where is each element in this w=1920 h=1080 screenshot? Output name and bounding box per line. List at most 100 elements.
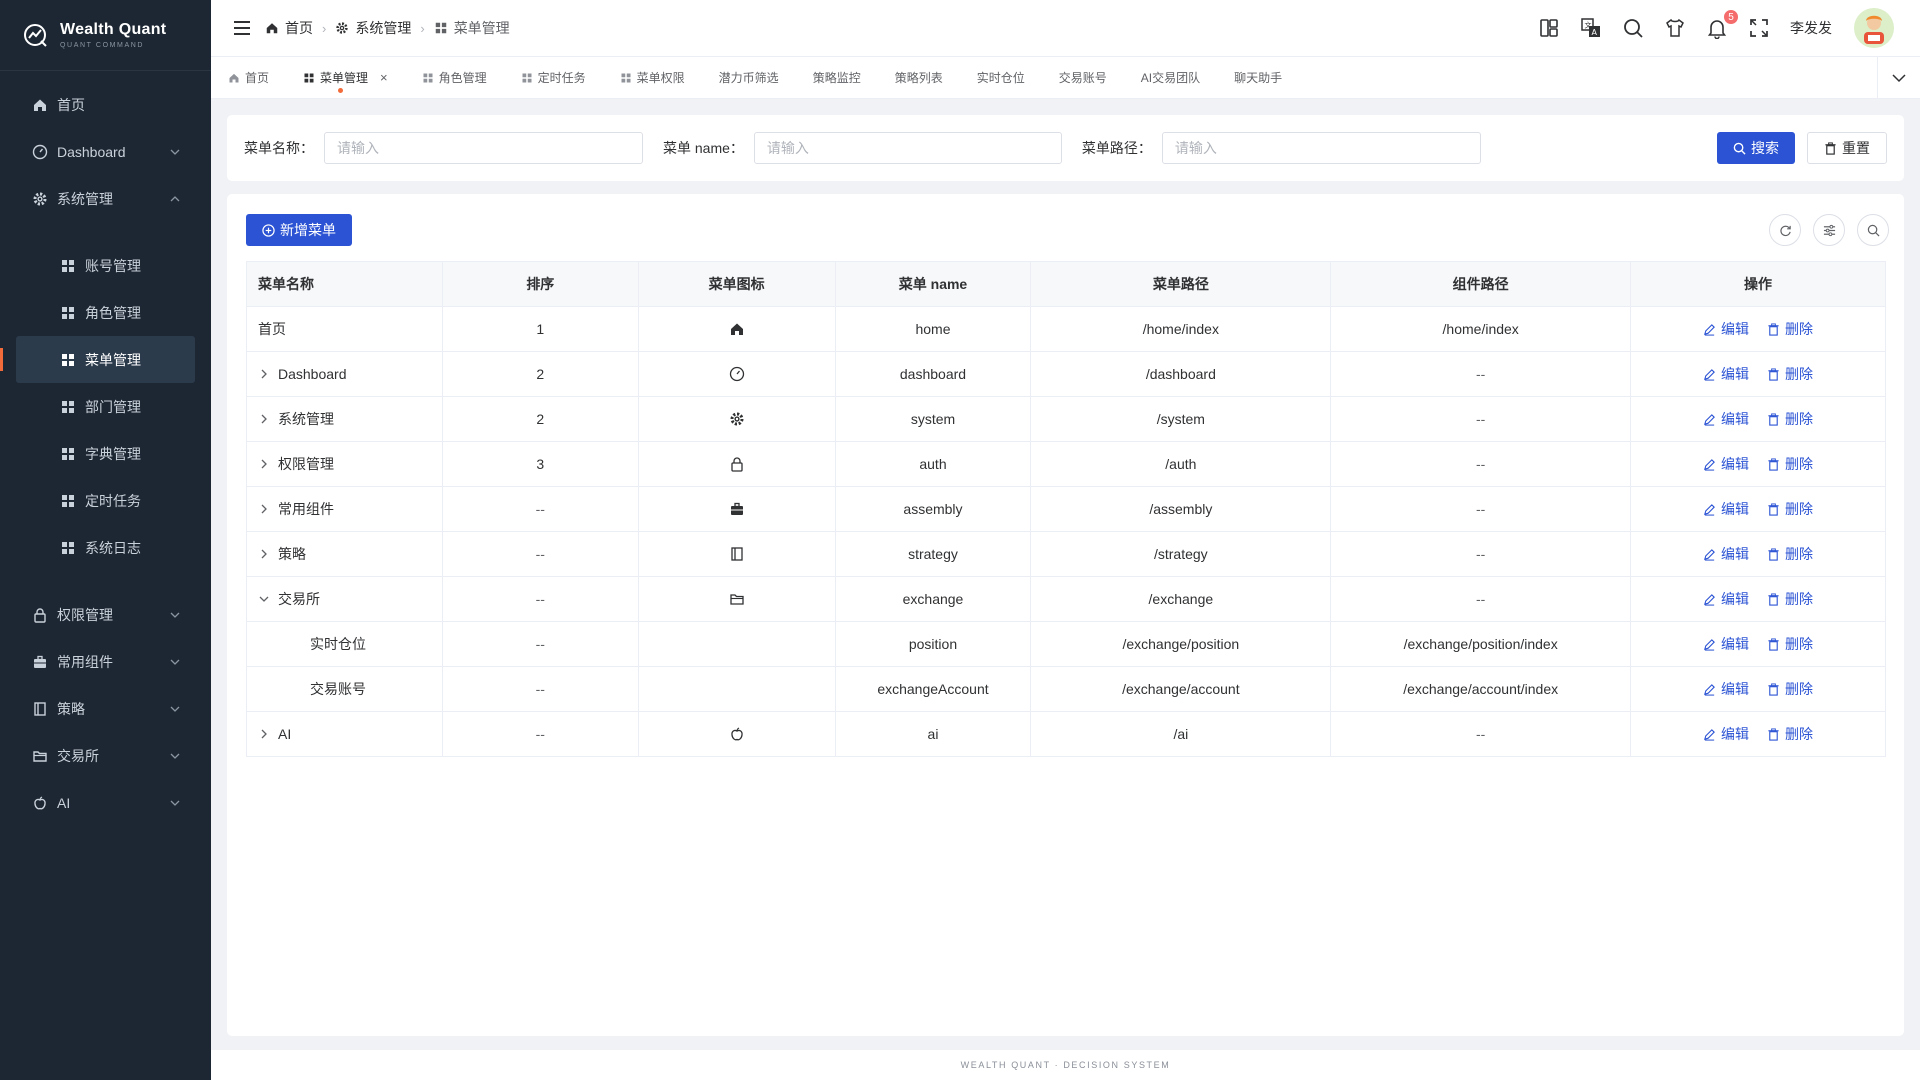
logo[interactable]: Wealth Quant QUANT COMMAND (0, 0, 211, 71)
delete-button[interactable]: 删除 (1767, 409, 1813, 429)
cell-sort: -- (441, 621, 639, 667)
tab-trading-accounts[interactable]: 交易账号 (1042, 57, 1124, 99)
home-icon (34, 99, 46, 111)
avatar[interactable] (1854, 8, 1894, 48)
menu-path-input[interactable] (1161, 132, 1481, 164)
delete-button[interactable]: 删除 (1767, 454, 1813, 474)
cell-component: /exchange/position/index (1330, 621, 1632, 667)
tab-chat-assistant[interactable]: 聊天助手 (1217, 57, 1299, 99)
delete-button[interactable]: 删除 (1767, 499, 1813, 519)
sidebar-item-menus[interactable]: 菜单管理 (0, 336, 195, 383)
delete-button[interactable]: 删除 (1767, 634, 1813, 654)
tab-strategy-monitor[interactable]: 策略监控 (796, 57, 878, 99)
cell-icon (637, 531, 836, 577)
username[interactable]: 李发发 (1790, 18, 1832, 38)
cell-actions: 编辑 删除 (1630, 351, 1886, 397)
row-actions: 编辑 删除 (1631, 634, 1885, 654)
sidebar-item-strategy[interactable]: 策略 (0, 685, 211, 732)
tab-home[interactable]: 首页 (211, 57, 286, 99)
sidebar-item-departments[interactable]: 部门管理 (0, 383, 211, 430)
tab-roles[interactable]: 角色管理 (405, 57, 504, 99)
edit-button[interactable]: 编辑 (1703, 319, 1749, 339)
tab-label: 潜力币筛选 (718, 71, 779, 85)
tab-live-positions[interactable]: 实时仓位 (960, 57, 1042, 99)
menu-name-text: 交易所 (278, 591, 320, 607)
chevron-right-icon[interactable] (258, 548, 270, 560)
edit-button[interactable]: 编辑 (1703, 724, 1749, 744)
chevron-right-icon[interactable] (258, 368, 270, 380)
sidebar-item-scheduled-tasks[interactable]: 定时任务 (0, 477, 211, 524)
theme-shirt-icon[interactable] (1664, 17, 1686, 39)
sidebar-item-components[interactable]: 常用组件 (0, 638, 211, 685)
breadcrumb-home[interactable]: 首页 (265, 18, 313, 38)
table-row: 实时仓位 -- position/exchange/position/exchang… (246, 621, 1886, 667)
sidebar-item-exchange[interactable]: 交易所 (0, 732, 211, 779)
tab-ai-team[interactable]: AI交易团队 (1124, 57, 1217, 99)
cell-actions: 编辑 删除 (1630, 441, 1886, 487)
layout-icon[interactable] (1538, 17, 1560, 39)
delete-button[interactable]: 删除 (1767, 589, 1813, 609)
chevron-right-icon[interactable] (258, 503, 270, 515)
delete-button[interactable]: 删除 (1767, 724, 1813, 744)
delete-button[interactable]: 删除 (1767, 319, 1813, 339)
search-button[interactable]: 搜索 (1717, 132, 1795, 164)
cell-icon (637, 441, 836, 487)
column-header: 组件路径 (1330, 261, 1632, 307)
chevron-right-icon[interactable] (258, 413, 270, 425)
delete-label: 删除 (1785, 411, 1814, 427)
cell-path: /dashboard (1030, 351, 1332, 397)
tab-menu-permissions[interactable]: 菜单权限 (603, 57, 702, 99)
column-settings-button[interactable] (1813, 214, 1845, 246)
sidebar-item-roles[interactable]: 角色管理 (0, 289, 211, 336)
chevron-down-icon[interactable] (258, 593, 270, 605)
edit-icon (1704, 368, 1715, 381)
fullscreen-icon[interactable] (1748, 17, 1770, 39)
edit-button[interactable]: 编辑 (1703, 679, 1749, 699)
sidebar-item-dictionary[interactable]: 字典管理 (0, 430, 211, 477)
translate-icon[interactable]: 文A (1580, 17, 1602, 39)
sidebar-item-system[interactable]: 系统管理 (0, 175, 211, 222)
sidebar-item-home[interactable]: 首页 (0, 81, 211, 128)
menu-name-input[interactable] (324, 132, 643, 164)
delete-button[interactable]: 删除 (1767, 679, 1813, 699)
tab-menu-management[interactable]: 菜单管理 × (286, 57, 405, 99)
breadcrumb-system[interactable]: 系统管理 (335, 18, 411, 38)
sidebar-item-auth[interactable]: 权限管理 (0, 591, 211, 638)
notification-bell[interactable]: 5 (1706, 9, 1739, 39)
sidebar-item-accounts[interactable]: 账号管理 (0, 242, 211, 289)
cell-menu-name: 首页 (246, 306, 443, 352)
close-icon[interactable]: × (380, 70, 388, 85)
edit-button[interactable]: 编辑 (1703, 364, 1749, 384)
delete-button[interactable]: 删除 (1767, 544, 1813, 564)
trash-icon (1768, 682, 1779, 696)
table-search-button[interactable] (1857, 214, 1889, 246)
sidebar-item-label: 部门管理 (85, 398, 141, 415)
edit-button[interactable]: 编辑 (1703, 454, 1749, 474)
tab-scheduled-tasks[interactable]: 定时任务 (504, 57, 603, 99)
menu-toggle-icon[interactable] (232, 18, 252, 38)
edit-button[interactable]: 编辑 (1703, 409, 1749, 429)
reset-button[interactable]: 重置 (1807, 132, 1887, 164)
search-button-label: 搜索 (1751, 140, 1779, 156)
breadcrumb-separator: › (420, 20, 425, 36)
add-menu-button[interactable]: 新增菜单 (246, 214, 352, 246)
sidebar-item-system-logs[interactable]: 系统日志 (0, 524, 211, 571)
tabs-more-button[interactable] (1877, 56, 1920, 99)
sidebar: Wealth Quant QUANT COMMAND 首页 Dashboard … (0, 0, 211, 1080)
search-icon[interactable] (1622, 17, 1644, 39)
sidebar-item-dashboard[interactable]: Dashboard (0, 128, 211, 175)
edit-button[interactable]: 编辑 (1703, 589, 1749, 609)
menu-en-name-input[interactable] (753, 132, 1062, 164)
edit-button[interactable]: 编辑 (1703, 634, 1749, 654)
breadcrumb-label: 系统管理 (355, 20, 412, 36)
edit-button[interactable]: 编辑 (1703, 544, 1749, 564)
tab-coin-screener[interactable]: 潜力币筛选 (702, 57, 796, 99)
menu-name-text: 权限管理 (278, 456, 334, 472)
refresh-button[interactable] (1769, 214, 1801, 246)
chevron-right-icon[interactable] (258, 458, 270, 470)
tab-strategy-list[interactable]: 策略列表 (878, 57, 960, 99)
edit-button[interactable]: 编辑 (1703, 499, 1749, 519)
sidebar-item-ai[interactable]: AI (0, 779, 211, 826)
delete-button[interactable]: 删除 (1767, 364, 1813, 384)
chevron-right-icon[interactable] (258, 728, 270, 740)
